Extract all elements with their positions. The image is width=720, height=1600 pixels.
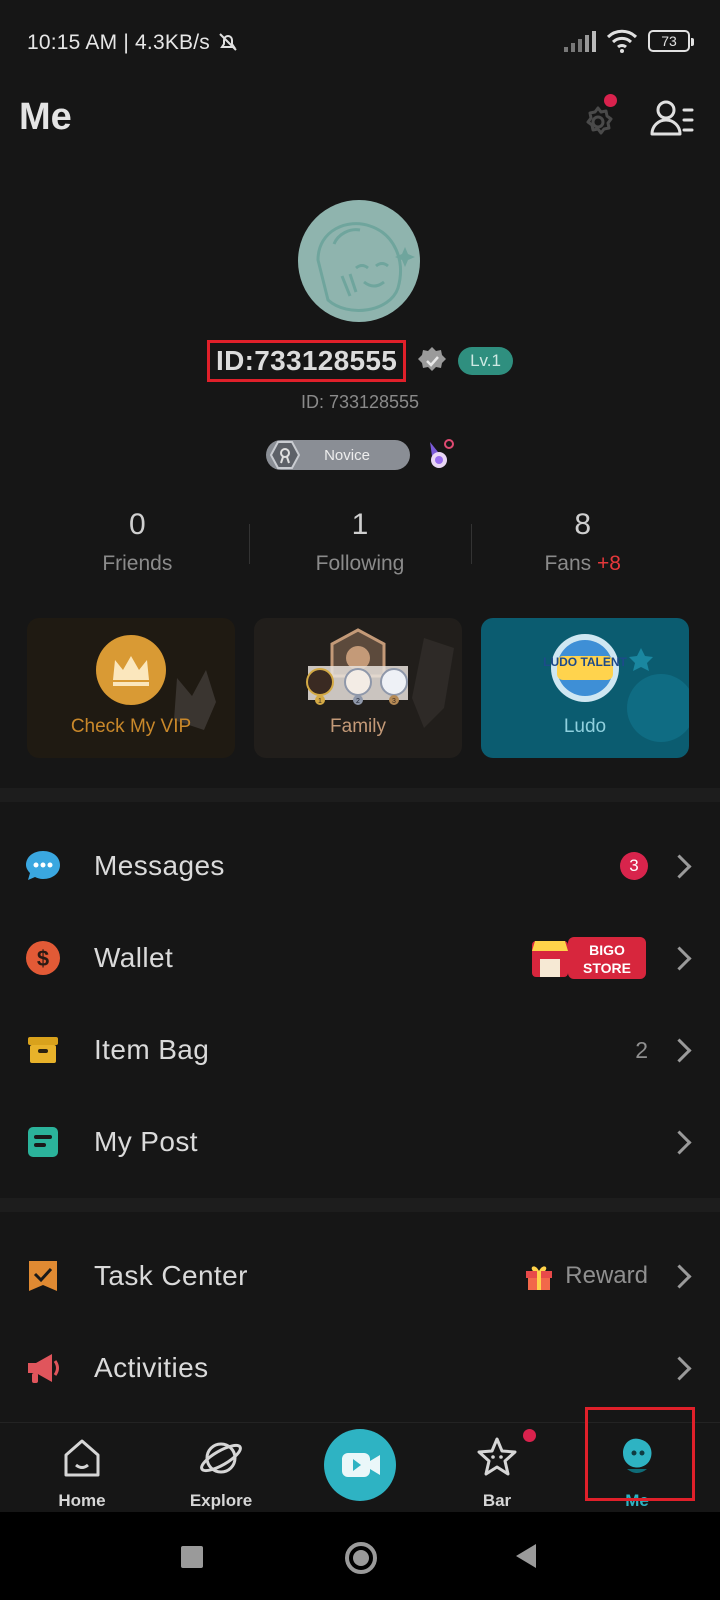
settings-button[interactable] <box>578 94 622 142</box>
user-id-label[interactable]: ID:733128555 <box>207 340 407 382</box>
nav-explore[interactable]: Explore <box>161 1423 281 1513</box>
stat-friends[interactable]: 0 Friends <box>26 508 249 588</box>
wifi-icon <box>606 29 638 53</box>
medal-icon[interactable] <box>424 438 454 472</box>
bell-muted-icon <box>219 33 237 51</box>
vip-card-label: Check My VIP <box>70 716 192 737</box>
bottom-nav: Home Explore Bar Me <box>0 1407 720 1513</box>
svg-text:BIGO: BIGO <box>589 942 625 958</box>
page-title: Me <box>19 96 72 138</box>
vip-card[interactable]: Check My VIP <box>27 618 235 758</box>
battery-icon: 73 <box>648 30 694 52</box>
post-document-icon <box>28 1127 58 1157</box>
video-camera-icon <box>342 1453 380 1477</box>
megaphone-icon <box>28 1354 59 1383</box>
unread-count-badge: 3 <box>620 852 648 880</box>
settings-notification-dot <box>604 94 617 107</box>
chevron-right-icon <box>667 945 692 971</box>
family-rank-1: 1 <box>318 698 322 705</box>
status-time: 10:15 AM | 4.3KB/s <box>27 30 240 55</box>
ludo-logo-text: LUDO TALENT <box>543 655 627 669</box>
svg-text:$: $ <box>37 946 49 971</box>
task-check-icon <box>29 1261 57 1291</box>
star-icon <box>477 1437 517 1476</box>
go-live-button[interactable] <box>324 1429 396 1501</box>
system-nav-bar <box>0 1512 720 1600</box>
badge-row: Novice <box>0 438 720 472</box>
chat-bubble-icon <box>26 851 60 880</box>
family-rank-2: 2 <box>356 698 360 705</box>
bigo-store-banner[interactable]: BIGO STORE <box>530 933 648 983</box>
mascot-avatar-icon <box>316 222 415 312</box>
menu-item-bag-label: Item Bag <box>94 1034 210 1065</box>
menu-my-post-label: My Post <box>94 1126 198 1157</box>
verified-badge-icon <box>418 347 447 371</box>
chevron-right-icon <box>667 1263 692 1289</box>
box-icon <box>28 1037 58 1063</box>
avatar[interactable] <box>298 200 420 322</box>
status-bar: 10:15 AM | 4.3KB/s 73 <box>0 0 720 86</box>
item-bag-count: 2 <box>635 1036 648 1063</box>
menu-wallet-label: Wallet <box>94 942 174 973</box>
dollar-coin-icon: $ <box>26 941 60 975</box>
menu-activities[interactable]: Activities <box>0 1322 720 1414</box>
novice-badge[interactable]: Novice <box>266 440 410 470</box>
chevron-right-icon <box>667 853 692 879</box>
nav-bar[interactable]: Bar <box>437 1423 557 1513</box>
fans-delta: +8 <box>596 552 621 575</box>
recent-apps-button[interactable] <box>181 1546 203 1568</box>
menu-my-post[interactable]: My Post <box>0 1096 720 1188</box>
back-button[interactable] <box>512 1542 538 1570</box>
menu-activities-label: Activities <box>94 1352 209 1383</box>
menu-messages[interactable]: Messages 3 <box>0 820 720 912</box>
home-system-button[interactable] <box>345 1542 377 1574</box>
gift-icon <box>526 1266 553 1290</box>
ludo-card[interactable]: LUDO TALENT Ludo <box>481 618 689 758</box>
reward-label[interactable]: Reward <box>523 1260 648 1292</box>
family-rank-3: 3 <box>392 698 396 705</box>
ludo-card-label: Ludo <box>563 716 607 737</box>
id-row: ID:733128555 Lv.1 <box>0 340 720 382</box>
chevron-right-icon <box>667 1037 692 1063</box>
planet-icon <box>200 1442 242 1474</box>
stat-following[interactable]: 1 Following <box>248 508 472 588</box>
section-divider <box>0 1198 720 1212</box>
home-icon <box>64 1439 100 1477</box>
stat-fans[interactable]: 8 Fans +8 <box>471 508 694 588</box>
nav-home[interactable]: Home <box>22 1423 142 1513</box>
menu-wallet[interactable]: $ Wallet BIGO STORE <box>0 912 720 1004</box>
family-card-label: Family <box>330 716 386 737</box>
menu-messages-label: Messages <box>94 850 225 881</box>
hexagon-badge-icon <box>270 441 300 469</box>
profile-list-button[interactable] <box>648 96 696 142</box>
level-badge[interactable]: Lv.1 <box>458 347 513 375</box>
menu-task-center[interactable]: Task Center Reward <box>0 1230 720 1322</box>
gear-icon <box>586 106 613 135</box>
stats-row: 0 Friends 1 Following 8 Fans +8 <box>26 508 694 588</box>
status-icons: 73 <box>562 26 694 56</box>
menu-item-bag[interactable]: Item Bag 2 <box>0 1004 720 1096</box>
bar-notification-dot <box>523 1429 536 1442</box>
family-card[interactable]: 1 2 3 Family <box>254 618 462 758</box>
me-highlight-box <box>585 1407 695 1501</box>
user-list-icon <box>650 100 694 136</box>
chevron-right-icon <box>667 1129 692 1155</box>
secondary-id: ID: 733128555 <box>300 392 420 412</box>
signal-icon <box>564 31 596 52</box>
svg-text:STORE: STORE <box>583 960 631 976</box>
chevron-right-icon <box>667 1355 692 1381</box>
section-divider <box>0 788 720 802</box>
menu-task-center-label: Task Center <box>94 1260 248 1291</box>
